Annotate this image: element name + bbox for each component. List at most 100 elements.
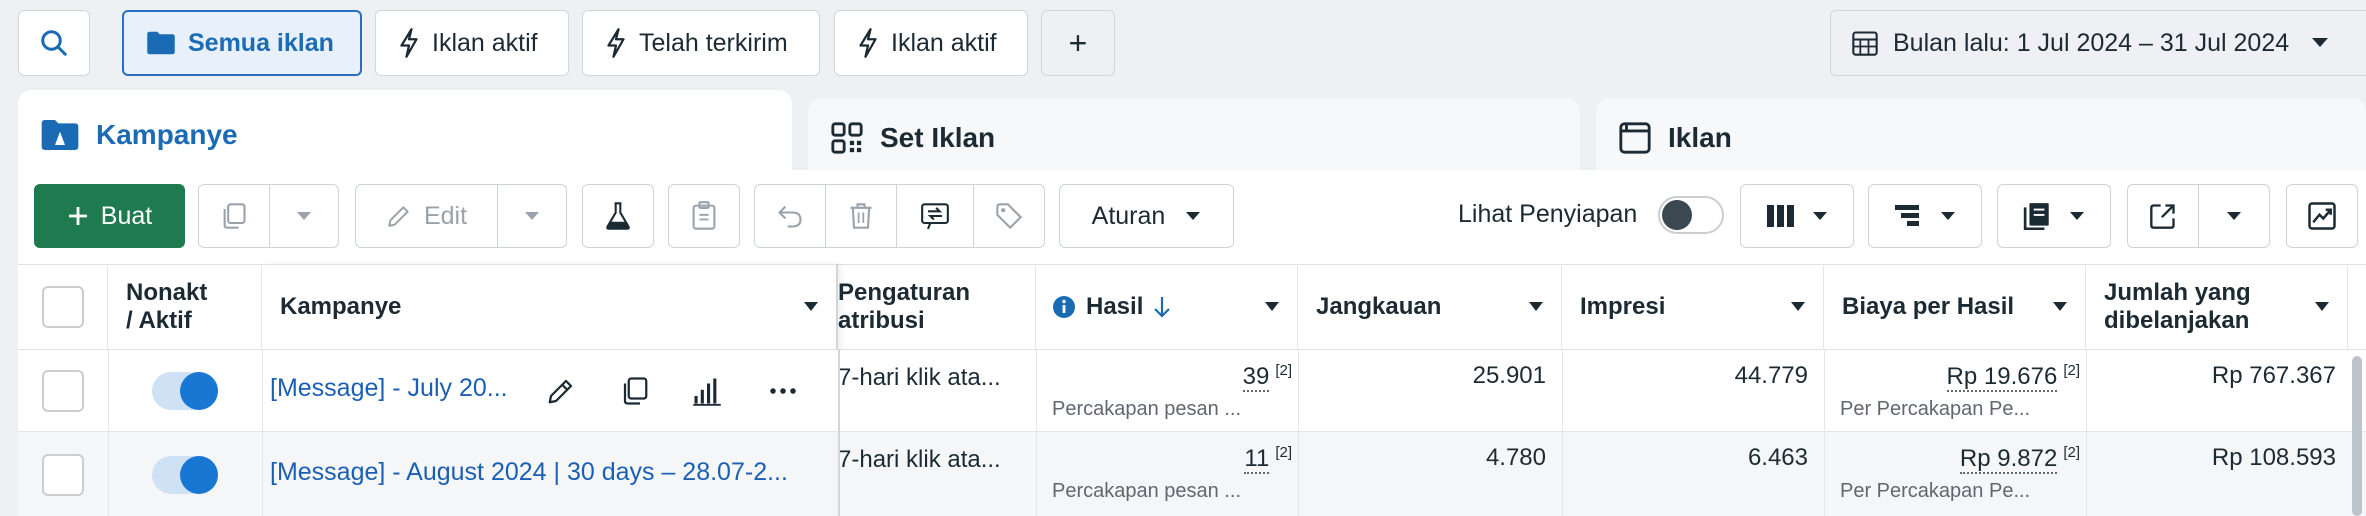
create-button-label: Buat <box>100 201 153 230</box>
search-icon <box>41 30 67 56</box>
column-cost-per-result[interactable]: Biaya per Hasil <box>1824 264 2086 350</box>
cost-per-result-value[interactable]: Rp 9.872 <box>1959 445 2058 474</box>
column-attribution[interactable]: Pengaturan atribusi <box>838 264 1036 350</box>
tab-ad-sets[interactable]: Set Iklan <box>808 98 1580 178</box>
calendar-icon <box>1852 31 1878 56</box>
filter-active-ads-2[interactable]: Iklan aktif <box>834 10 1028 76</box>
view-setup-toggle[interactable] <box>1658 196 1724 234</box>
delete-button[interactable] <box>825 184 897 248</box>
cost-per-result-value[interactable]: Rp 19.676 <box>1946 363 2058 392</box>
breakdown-icon <box>1895 205 1919 226</box>
export-dropdown[interactable] <box>2198 184 2270 248</box>
cost-per-result-subtitle: Per Percakapan Pe... <box>1840 398 2031 420</box>
breakdown-dropdown[interactable] <box>1868 184 1982 248</box>
campaign-name-link[interactable]: [Message] - July 20... <box>270 374 540 403</box>
tab-ads[interactable]: Iklan <box>1596 98 2366 178</box>
column-divider <box>262 350 263 516</box>
clipboard-button[interactable] <box>668 184 740 248</box>
chevron-down-icon <box>1941 212 1955 220</box>
column-amount-spent-line2: dibelanjakan <box>2104 307 2250 334</box>
date-range-picker[interactable]: Bulan lalu: 1 Jul 2024 – 31 Jul 2024 <box>1830 10 2366 76</box>
chevron-down-icon <box>2070 212 2084 220</box>
column-divider <box>1824 350 1825 516</box>
lightning-icon <box>607 28 625 58</box>
results-subtitle: Percakapan pesan ... <box>1052 398 1242 420</box>
table-row[interactable]: [Message] - August 2024 | 30 days – 28.0… <box>18 432 2366 516</box>
row-checkbox[interactable] <box>42 370 84 412</box>
plus-icon <box>68 207 87 225</box>
results-value-cell: 39 [2] <box>1036 362 1298 392</box>
duplicate-dropdown[interactable] <box>269 184 339 248</box>
column-attribution-line2: atribusi <box>838 307 925 334</box>
date-range-label: Bulan lalu: 1 Jul 2024 – 31 Jul 2024 <box>1893 28 2290 57</box>
edit-dropdown[interactable] <box>497 184 567 248</box>
column-off-on-line2: / Aktif <box>126 307 192 334</box>
charts-button[interactable] <box>2286 184 2358 248</box>
bar-chart-icon[interactable] <box>692 376 722 406</box>
column-divider <box>1298 350 1299 516</box>
duplicate-icon[interactable] <box>620 376 650 406</box>
impressions-value: 44.779 <box>1734 362 1808 389</box>
column-results[interactable]: Hasil <box>1036 264 1298 350</box>
cost-per-result-subtitle: Per Percakapan Pe... <box>1840 480 2031 502</box>
undo-button[interactable] <box>754 184 826 248</box>
filter-delivered[interactable]: Telah terkirim <box>582 10 820 76</box>
column-off-on[interactable]: Nonakt / Aktif <box>108 264 262 350</box>
tab-ads-label: Iklan <box>1668 122 1732 153</box>
results-footnote: [2] <box>1275 444 1292 461</box>
lightning-icon <box>400 28 418 58</box>
campaign-name-link[interactable]: [Message] - August 2024 | 30 days – 28.0… <box>270 458 838 487</box>
column-reach[interactable]: Jangkauan <box>1298 264 1562 350</box>
filter-active-ads-1[interactable]: Iklan aktif <box>375 10 569 76</box>
campaign-toggle[interactable] <box>152 372 218 410</box>
filter-delivered-label: Telah terkirim <box>639 28 788 57</box>
column-amount-spent[interactable]: Jumlah yang dibelanjakan <box>2086 264 2348 350</box>
filter-all-ads[interactable]: Semua iklan <box>122 10 362 76</box>
attribution-value: 7-hari klik ata... <box>838 364 1001 391</box>
chevron-down-icon <box>804 302 818 311</box>
filter-all-ads-label: Semua iklan <box>188 28 334 57</box>
cost-per-result-cell: Rp 19.676 [2] <box>1824 362 2086 392</box>
tab-ad-sets-label: Set Iklan <box>880 122 996 153</box>
duplicate-button[interactable] <box>198 184 270 248</box>
campaign-toggle[interactable] <box>152 456 218 494</box>
ab-test-button[interactable] <box>582 184 654 248</box>
export-button[interactable] <box>2127 184 2199 248</box>
info-icon <box>1053 296 1075 318</box>
table-row[interactable]: [Message] - July 20... 7-hari klik ata..… <box>18 350 2366 432</box>
filter-active-ads-2-label: Iklan aktif <box>891 28 997 57</box>
results-value[interactable]: 11 <box>1244 445 1270 474</box>
sort-descending-icon <box>1154 297 1171 318</box>
vertical-scrollbar[interactable] <box>2352 356 2362 516</box>
edit-button[interactable]: Edit <box>355 184 498 248</box>
compare-button[interactable] <box>896 184 974 248</box>
row-checkbox[interactable] <box>42 454 84 496</box>
create-button[interactable]: Buat <box>34 184 185 248</box>
chevron-down-icon <box>1529 302 1543 311</box>
rules-dropdown[interactable]: Aturan <box>1059 184 1234 248</box>
export-icon <box>2150 204 2175 229</box>
amount-spent-value: Rp 108.593 <box>2211 444 2336 471</box>
more-options-icon[interactable] <box>768 376 798 406</box>
column-results-label: Hasil <box>1086 293 1144 321</box>
reports-dropdown[interactable] <box>1997 184 2111 248</box>
column-campaign[interactable]: Kampanye <box>262 264 838 350</box>
column-impressions[interactable]: Impresi <box>1562 264 1824 350</box>
column-amount-spent-line1: Jumlah yang <box>2104 279 2251 307</box>
column-divider <box>108 350 109 516</box>
add-filter-button[interactable]: + <box>1041 10 1115 76</box>
columns-dropdown[interactable] <box>1740 184 1854 248</box>
tab-campaigns[interactable]: Kampanye <box>18 90 792 180</box>
pencil-icon <box>388 206 409 227</box>
results-value[interactable]: 39 <box>1242 363 1270 392</box>
search-button[interactable] <box>18 10 90 76</box>
tag-button[interactable] <box>973 184 1045 248</box>
pencil-icon[interactable] <box>546 376 576 406</box>
duplicate-icon <box>223 203 246 229</box>
chevron-down-icon <box>1791 302 1805 311</box>
reports-icon <box>2023 203 2049 230</box>
column-impressions-label: Impresi <box>1580 293 1666 321</box>
reach-value: 25.901 <box>1472 362 1546 389</box>
select-all-checkbox[interactable] <box>41 286 84 328</box>
undo-icon <box>778 205 802 228</box>
